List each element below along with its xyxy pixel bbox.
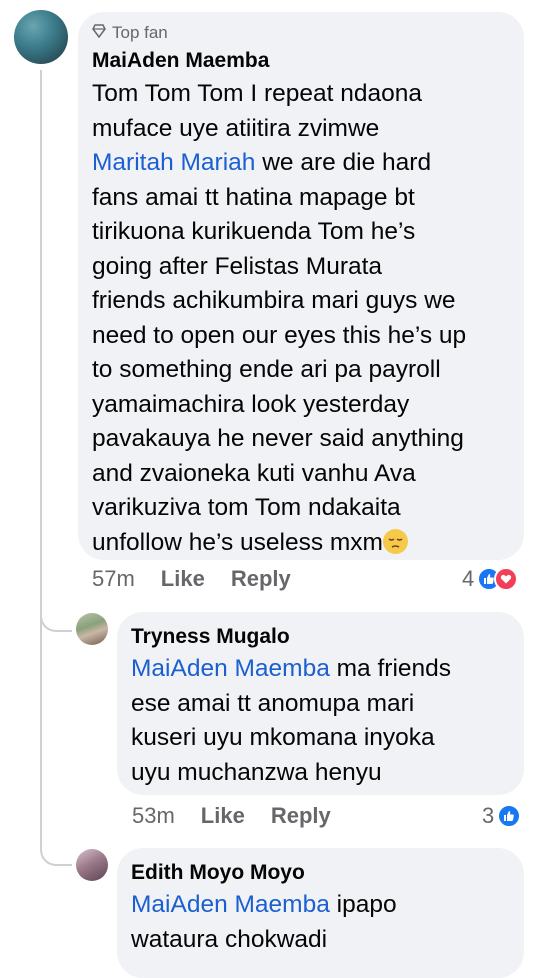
reply-line: kuseri uyu mkomana inyoka: [131, 724, 435, 751]
reply-line: MaiAden Maemba ipapo: [131, 891, 397, 918]
comment-time: 57m: [92, 566, 135, 591]
comment-line: varikuziva tom Tom ndakaita: [92, 494, 401, 521]
comment-line: going after Felistas Murata: [92, 252, 383, 280]
comment-bubble: Top fan MaiAden Maemba Tom Tom Tom I rep…: [78, 12, 524, 560]
reaction-summary[interactable]: 4: [462, 566, 519, 592]
reaction-count: 4: [462, 566, 475, 591]
comment-line: friends achikumbira mari guys we: [92, 287, 456, 314]
comment-line: muface uye atiitira zvimwe: [92, 114, 380, 142]
badge-label: Top fan: [112, 23, 168, 42]
reply-bubble: Tryness Mugalo MaiAden Maemba ma friends…: [117, 612, 524, 795]
thread-line-branch-1: [40, 600, 72, 632]
comment-line: Tom Tom Tom I repeat ndaona: [92, 80, 423, 107]
mention-link[interactable]: Maritah Mariah: [92, 149, 255, 176]
diamond-icon: [92, 23, 106, 43]
reply-actions: 53m Like Reply: [132, 803, 357, 829]
comment-line: Maritah Mariah we are die hard: [92, 149, 432, 176]
avatar[interactable]: [76, 849, 108, 881]
reaction-summary[interactable]: 3: [482, 803, 522, 829]
reply-button[interactable]: Reply: [231, 566, 291, 592]
comment-line: fans amai tt hatina mapage bt: [92, 183, 415, 211]
comment-line: tirikuona kurikuenda Tom he’s: [92, 218, 416, 245]
avatar[interactable]: [14, 10, 68, 64]
reply-line: uyu muchanzwa henyu: [131, 758, 382, 786]
avatar[interactable]: [76, 613, 108, 645]
top-fan-badge: Top fan: [92, 22, 466, 44]
reply-author[interactable]: Tryness Mugalo: [131, 624, 451, 650]
love-reaction-icon: [494, 567, 519, 591]
reply-line: MaiAden Maemba ma friends: [131, 655, 452, 682]
reply-author[interactable]: Edith Moyo Moyo: [131, 860, 397, 886]
like-button[interactable]: Like: [201, 803, 245, 829]
thread-line-continue: [40, 630, 42, 830]
comment-line: need to open our eyes this he’s up: [92, 321, 467, 349]
comment-line: yamaimachira look yesterday: [92, 390, 410, 418]
thread-line-main: [40, 70, 42, 630]
comment-line: pavakauya he never said anything: [92, 425, 464, 452]
reply-line: ese amai tt anomupa mari: [131, 689, 415, 717]
reply-time: 53m: [132, 803, 175, 828]
thread-line-branch-2: [40, 830, 72, 866]
reply-line: wataura chokwadi: [131, 925, 328, 953]
comment-author[interactable]: MaiAden Maemba: [92, 48, 466, 74]
like-button[interactable]: Like: [161, 566, 205, 592]
comment-line: to something ende ari pa payroll: [92, 356, 441, 383]
comment-actions: 57m Like Reply: [92, 566, 317, 592]
comment-line: and zvaioneka kuti vanhu Ava: [92, 459, 416, 487]
reply-text: MaiAden Maemba ma friends ese amai tt an…: [131, 652, 451, 790]
like-reaction-icon: [497, 804, 522, 828]
reply-button[interactable]: Reply: [271, 803, 331, 829]
pensive-face-emoji: [382, 528, 408, 554]
comment-text: Tom Tom Tom I repeat ndaona muface uye a…: [92, 77, 466, 560]
reply-bubble: Edith Moyo Moyo MaiAden Maemba ipapo wat…: [117, 848, 524, 978]
comment-line: unfollow he’s useless mxm: [92, 526, 466, 561]
mention-link[interactable]: MaiAden Maemba: [131, 891, 330, 918]
reaction-count: 3: [482, 803, 495, 828]
mention-link[interactable]: MaiAden Maemba: [131, 655, 330, 682]
reply-text: MaiAden Maemba ipapo wataura chokwadi: [131, 888, 397, 957]
